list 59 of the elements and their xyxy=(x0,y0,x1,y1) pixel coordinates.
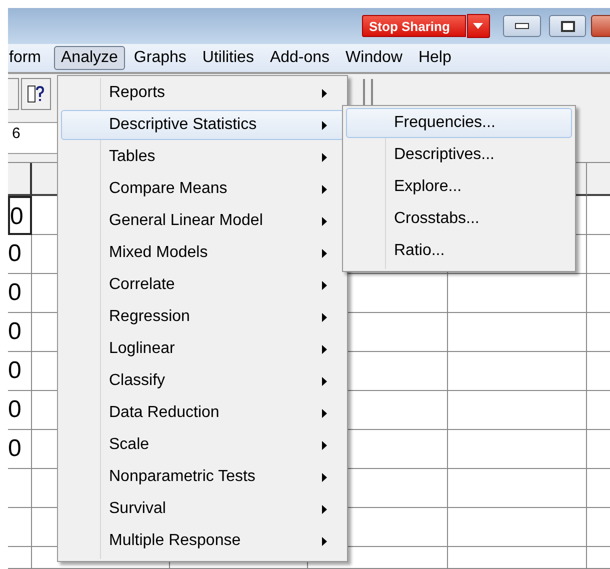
maximize-button[interactable] xyxy=(548,15,586,37)
submenu-arrow-icon xyxy=(322,121,327,130)
table-cell: 0 xyxy=(8,391,32,430)
menu-item[interactable]: Window xyxy=(338,46,410,70)
table-cell: 0 xyxy=(8,196,32,235)
submenu-arrow-icon xyxy=(322,377,327,386)
submenu-arrow-icon xyxy=(322,345,327,354)
table-cell: 0 xyxy=(8,352,32,391)
menu-item[interactable]: Graphs xyxy=(126,46,194,70)
table-cell: 0 xyxy=(8,235,32,274)
menu-item[interactable]: Descriptive Statistics xyxy=(61,110,344,140)
menu-item[interactable]: Descriptives... xyxy=(346,140,572,170)
menu-item[interactable]: Scale xyxy=(61,430,344,460)
submenu-arrow-icon xyxy=(322,505,327,514)
menu-item[interactable]: Compare Means xyxy=(61,174,344,204)
minimize-icon xyxy=(515,23,530,29)
menu-item[interactable]: Tables xyxy=(61,142,344,172)
menu-item[interactable]: Data Reduction xyxy=(61,398,344,428)
submenu-arrow-icon xyxy=(322,153,327,162)
minimize-button[interactable] xyxy=(503,15,541,37)
menu-item[interactable]: Survival xyxy=(61,494,344,524)
submenu-arrow-icon xyxy=(322,313,327,322)
caret-icon xyxy=(473,23,484,29)
share-dropdown-button[interactable] xyxy=(466,14,490,38)
menu-item[interactable]: Explore... xyxy=(346,172,572,202)
menu-item[interactable]: Utilities xyxy=(195,46,261,70)
menu-item[interactable]: General Linear Model xyxy=(61,206,344,236)
menu-item[interactable]: Help xyxy=(411,46,458,70)
menu-item[interactable]: Ratio... xyxy=(346,236,572,266)
menu-item[interactable]: Regression xyxy=(61,302,344,332)
menu-item[interactable]: Frequencies... xyxy=(346,108,572,138)
maximize-icon xyxy=(560,20,575,32)
menu-item[interactable]: Multiple Response xyxy=(61,526,344,556)
menu-item[interactable]: Reports xyxy=(61,78,344,108)
submenu-arrow-icon xyxy=(322,249,327,258)
menu-item[interactable]: form xyxy=(8,46,48,70)
menu-item[interactable]: Analyze xyxy=(54,46,125,70)
menu-item[interactable]: Correlate xyxy=(61,270,344,300)
menu-item[interactable]: Add-ons xyxy=(262,46,337,70)
menu-item[interactable]: Crosstabs... xyxy=(346,204,572,234)
submenu-arrow-icon xyxy=(322,441,327,450)
toolbar-button[interactable] xyxy=(21,78,51,110)
submenu-arrow-icon xyxy=(322,281,327,290)
menu-item[interactable]: Mixed Models xyxy=(61,238,344,268)
submenu-arrow-icon xyxy=(322,217,327,226)
submenu-arrow-icon xyxy=(322,473,327,482)
stop-sharing-button[interactable]: Stop Sharing xyxy=(362,15,466,37)
table-cell: 0 xyxy=(8,313,32,352)
menu-item[interactable]: Classify xyxy=(61,366,344,396)
menu-item[interactable]: Nonparametric Tests xyxy=(61,462,344,492)
submenu-arrow-icon xyxy=(322,89,327,98)
menu-item[interactable]: Loglinear xyxy=(61,334,344,364)
table-cell: 0 xyxy=(8,430,32,469)
submenu-arrow-icon xyxy=(322,185,327,194)
help-pointer-icon xyxy=(27,84,45,104)
table-cell: 0 xyxy=(8,274,32,313)
close-button[interactable] xyxy=(591,15,610,37)
submenu-arrow-icon xyxy=(322,537,327,546)
submenu-arrow-icon xyxy=(322,409,327,418)
